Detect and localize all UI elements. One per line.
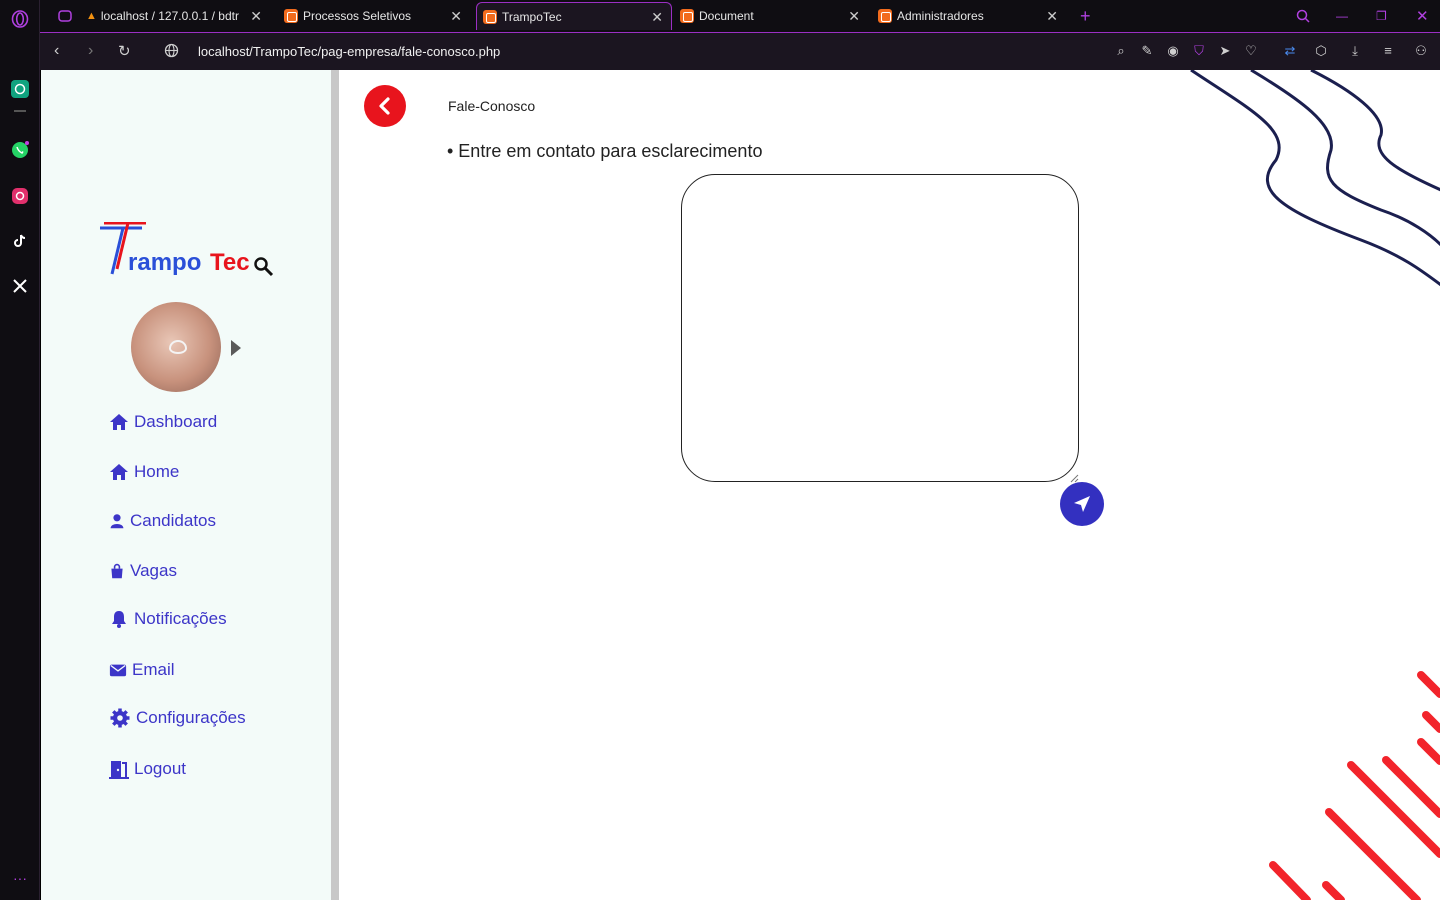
more-icon[interactable]: ···: [10, 868, 30, 888]
ring-detail: [169, 340, 187, 354]
page-content: rampo Tec Dashboard Home Candidatos Vaga…: [41, 70, 1440, 900]
easy-setup-icon[interactable]: ≡: [1380, 43, 1396, 59]
close-tab-icon[interactable]: ✕: [848, 8, 860, 25]
opera-menu-icon[interactable]: [10, 9, 30, 29]
tab-label: localhost / 127.0.0.1 / bdtr: [100, 9, 239, 23]
new-tab-button[interactable]: +: [1074, 2, 1094, 30]
back-nav-icon[interactable]: ‹: [54, 42, 59, 60]
trampotec-logo: rampo Tec: [98, 221, 278, 282]
close-tab-icon[interactable]: ✕: [651, 9, 663, 26]
tiktok-icon[interactable]: [10, 231, 30, 251]
forward-nav-icon[interactable]: ›: [88, 42, 93, 60]
send-to-icon[interactable]: ➤: [1217, 43, 1233, 59]
sidebar-item-label: Configurações: [136, 708, 246, 727]
heart-icon[interactable]: ♡: [1243, 43, 1259, 59]
tab-label: Processos Seletivos: [303, 9, 412, 23]
sidebar-item-candidatos[interactable]: Candidatos: [109, 511, 216, 531]
chatgpt-icon[interactable]: [10, 79, 30, 99]
tab-administradores[interactable]: Administradores ✕: [872, 2, 1066, 30]
gear-icon: [110, 708, 130, 728]
sidebar-item-dashboard[interactable]: Dashboard: [109, 412, 217, 432]
decorative-lines-top: [1190, 70, 1440, 287]
edit-icon[interactable]: ✎: [1139, 43, 1155, 59]
tab-label: TrampoTec: [502, 9, 562, 24]
page-subtitle: • Entre em contato para esclarecimento: [447, 141, 763, 161]
x-twitter-icon[interactable]: [10, 276, 30, 296]
door-icon: [109, 761, 129, 779]
message-textarea[interactable]: [681, 174, 1079, 482]
envelope-icon: [109, 664, 127, 677]
chevron-left-icon: [379, 97, 390, 115]
minimize-window-icon[interactable]: —: [1330, 2, 1350, 30]
tab-label: Administradores: [897, 9, 984, 23]
instagram-icon[interactable]: [10, 186, 30, 206]
tab-trampotec[interactable]: TrampoTec ✕: [476, 2, 672, 30]
sidebar-item-label: Candidatos: [130, 511, 217, 530]
back-button[interactable]: [364, 85, 406, 127]
sidebar-item-label: Dashboard: [134, 412, 218, 431]
sidebar-scrollbar[interactable]: [331, 70, 339, 900]
rail-divider: [14, 110, 26, 112]
location-arrow-icon: [1074, 496, 1090, 512]
sidebar-item-notificacoes[interactable]: Notificações: [109, 609, 227, 629]
close-tab-icon[interactable]: ✕: [250, 8, 262, 25]
sidebar: rampo Tec Dashboard Home Candidatos Vaga…: [41, 70, 331, 900]
sidebar-item-label: Email: [132, 660, 175, 679]
user-icon: [110, 514, 124, 529]
page-title: Fale-Conosco: [448, 98, 536, 114]
sidebar-item-label: Home: [134, 462, 180, 481]
sidebar-item-vagas[interactable]: Vagas: [109, 561, 177, 581]
home-icon: [110, 414, 128, 430]
tab-label: Document: [699, 9, 754, 23]
xampp-icon: [680, 9, 694, 23]
send-button[interactable]: [1060, 482, 1104, 526]
extensions-icon[interactable]: ⬡: [1313, 43, 1329, 59]
whatsapp-icon[interactable]: [10, 140, 30, 160]
snapshot-icon[interactable]: ◉: [1165, 43, 1181, 59]
vpn-shield-icon[interactable]: ⛉: [1191, 43, 1207, 59]
tab-workspaces-icon[interactable]: [52, 2, 72, 30]
sidebar-item-configuracoes[interactable]: Configurações: [109, 708, 246, 728]
url-field[interactable]: localhost/TrampoTec/pag-empresa/fale-con…: [198, 44, 500, 59]
sidebar-item-logout[interactable]: Logout: [109, 759, 186, 779]
close-tab-icon[interactable]: ✕: [450, 8, 462, 25]
sidebar-item-label: Logout: [134, 759, 186, 778]
tab-search-icon[interactable]: [1290, 2, 1310, 30]
tab-processos-seletivos[interactable]: Processos Seletivos ✕: [278, 2, 470, 30]
restore-window-icon[interactable]: ❐: [1370, 2, 1390, 30]
caret-right-icon[interactable]: [231, 340, 241, 356]
page-search-icon[interactable]: ⌕: [1113, 43, 1129, 59]
xampp-icon: [878, 9, 892, 23]
browser-side-rail: ···: [0, 0, 40, 900]
reload-icon[interactable]: ↻: [118, 42, 131, 60]
bell-icon: [112, 611, 126, 628]
logo-text-tec: Tec: [210, 249, 250, 276]
avatar[interactable]: [131, 302, 221, 392]
bag-icon: [111, 563, 123, 579]
translate-icon[interactable]: ⇄: [1282, 43, 1298, 59]
decorative-stripes-bottom: [1269, 671, 1440, 900]
tab-document[interactable]: Document ✕: [674, 2, 868, 30]
site-info-icon[interactable]: [164, 43, 179, 63]
tab-strip: ▲ localhost / 127.0.0.1 / bdtr ✕ Process…: [40, 0, 1440, 32]
address-bar: ‹ › ↻ localhost/TrampoTec/pag-empresa/fa…: [40, 32, 1440, 70]
tab-phpmyadmin[interactable]: ▲ localhost / 127.0.0.1 / bdtr ✕: [80, 2, 270, 30]
downloads-icon[interactable]: ⤓: [1347, 43, 1363, 59]
close-tab-icon[interactable]: ✕: [1046, 8, 1058, 25]
sidebar-item-label: Notificações: [134, 609, 227, 628]
sidebar-item-email[interactable]: Email: [109, 660, 175, 680]
close-window-icon[interactable]: ✕: [1410, 2, 1430, 30]
home-icon: [110, 464, 128, 480]
xampp-icon: [284, 9, 298, 23]
sidebar-item-label: Vagas: [130, 561, 177, 580]
logo-text-trampo: rampo: [128, 249, 201, 276]
sidebar-item-home[interactable]: Home: [109, 462, 179, 482]
phpmyadmin-icon: ▲: [86, 10, 97, 22]
profile-icon[interactable]: ⚇: [1413, 43, 1429, 59]
xampp-icon: [483, 9, 497, 24]
